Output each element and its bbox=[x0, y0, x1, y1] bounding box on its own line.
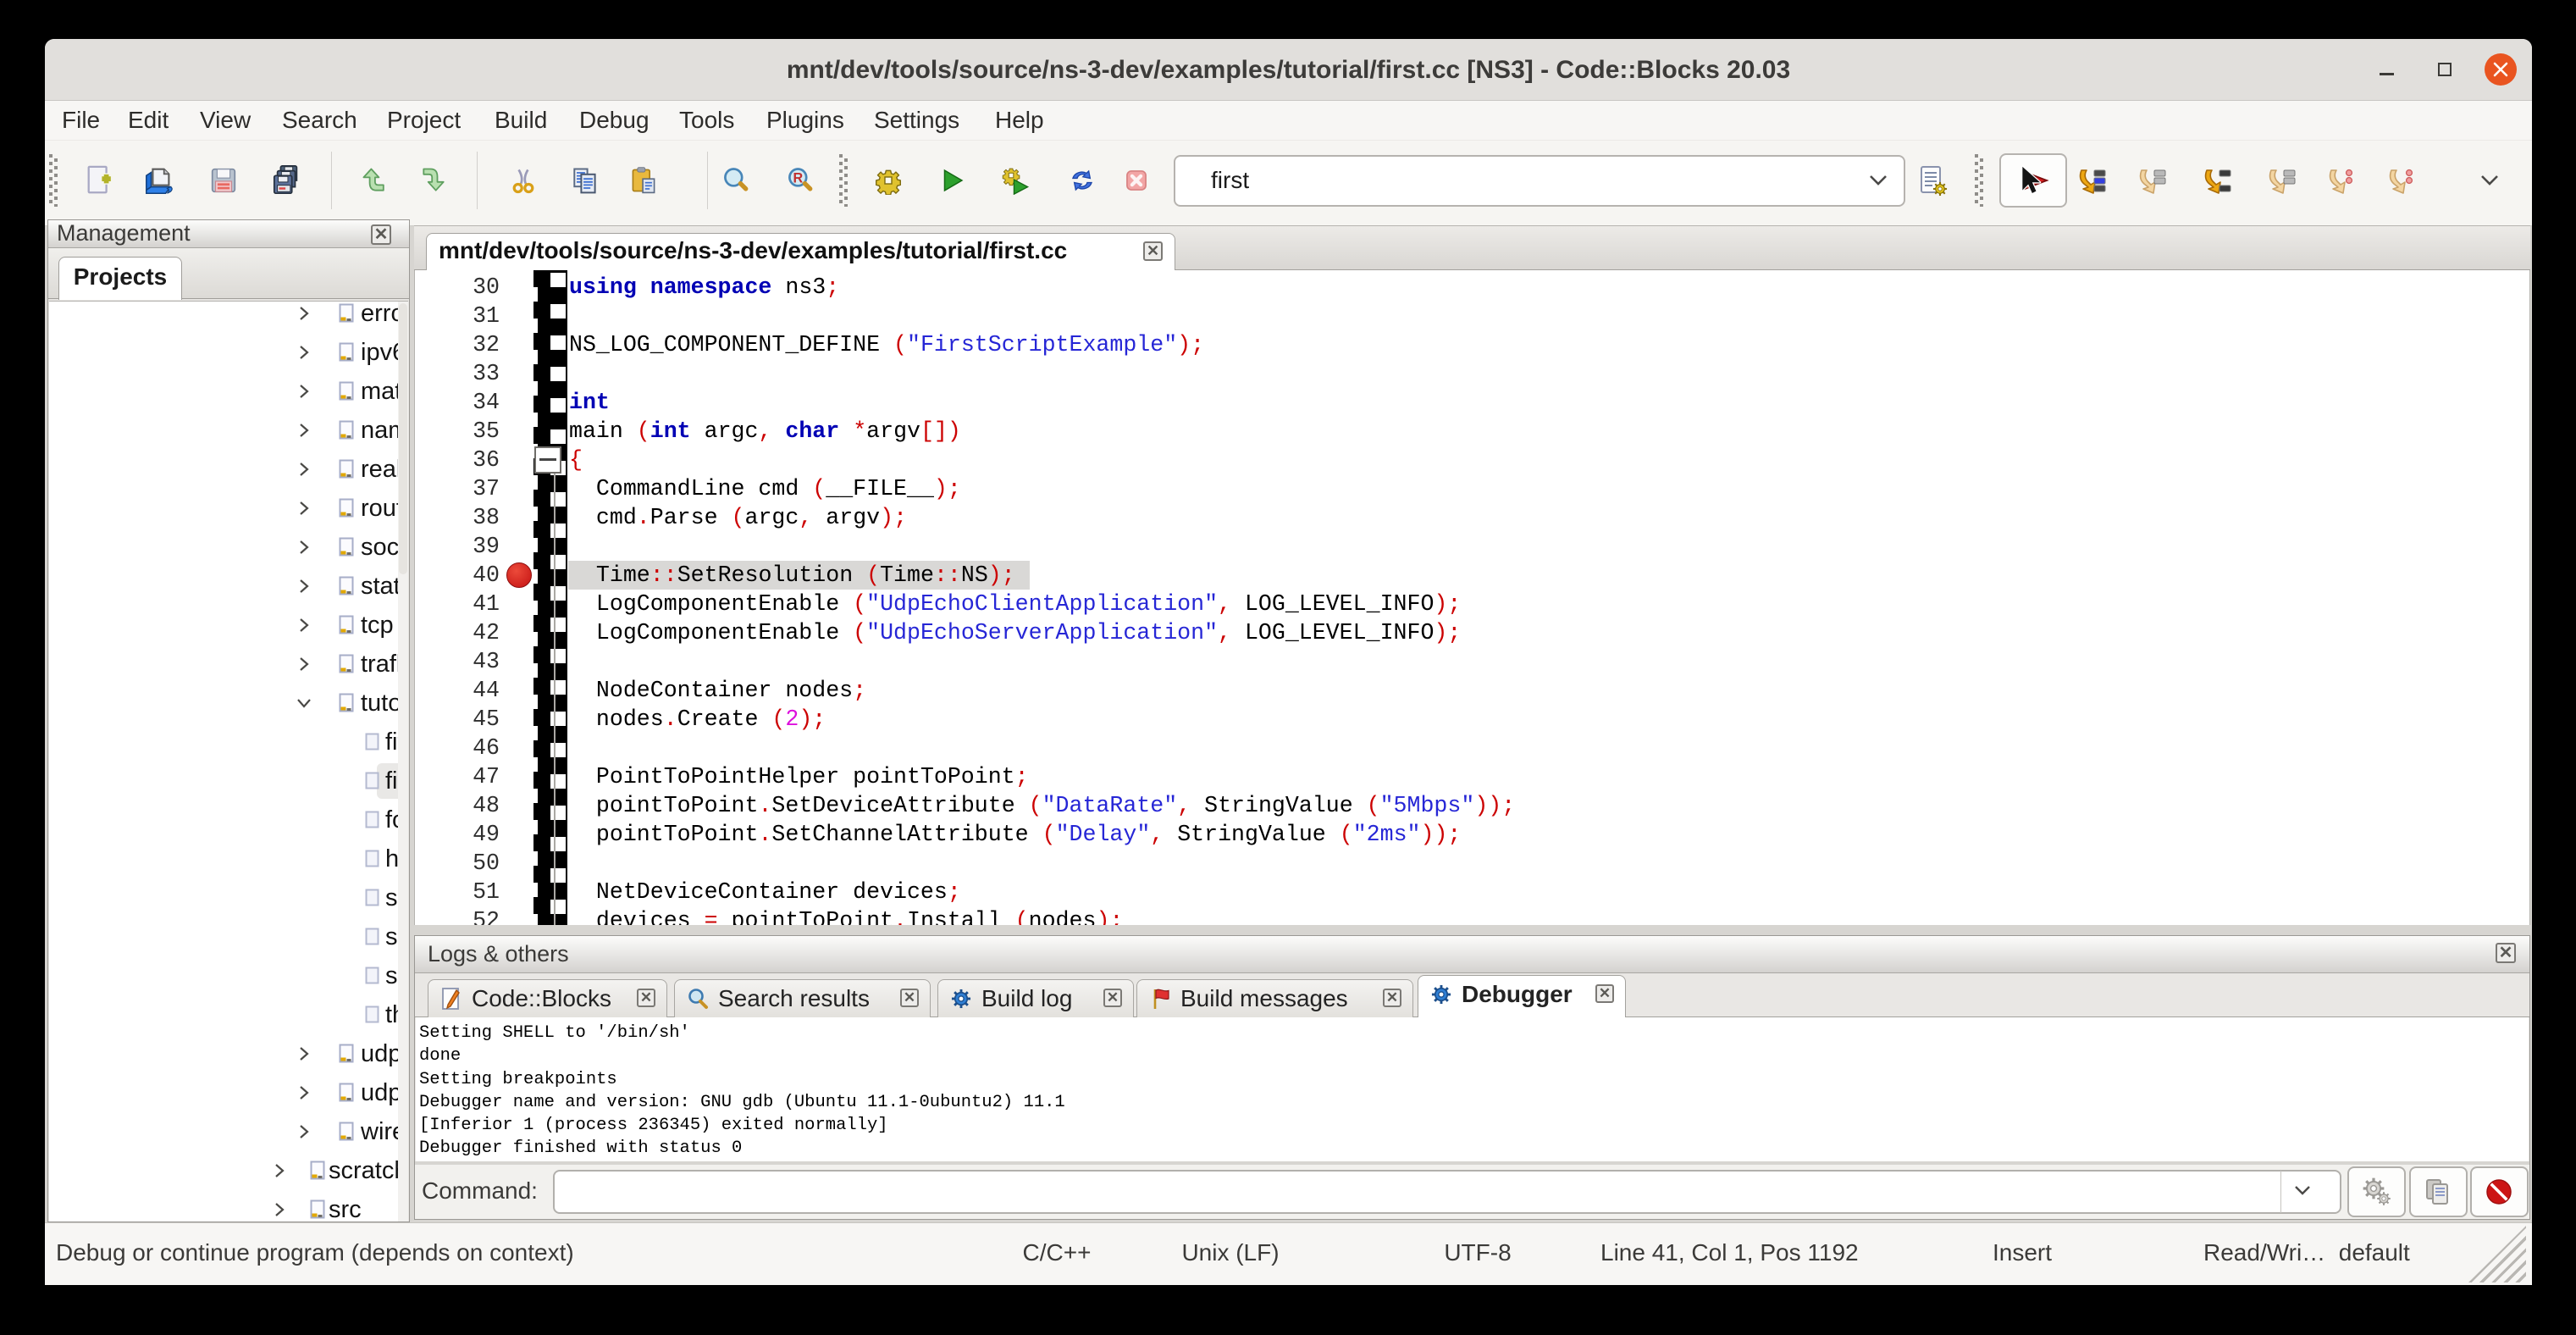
svg-text:R: R bbox=[793, 171, 803, 186]
